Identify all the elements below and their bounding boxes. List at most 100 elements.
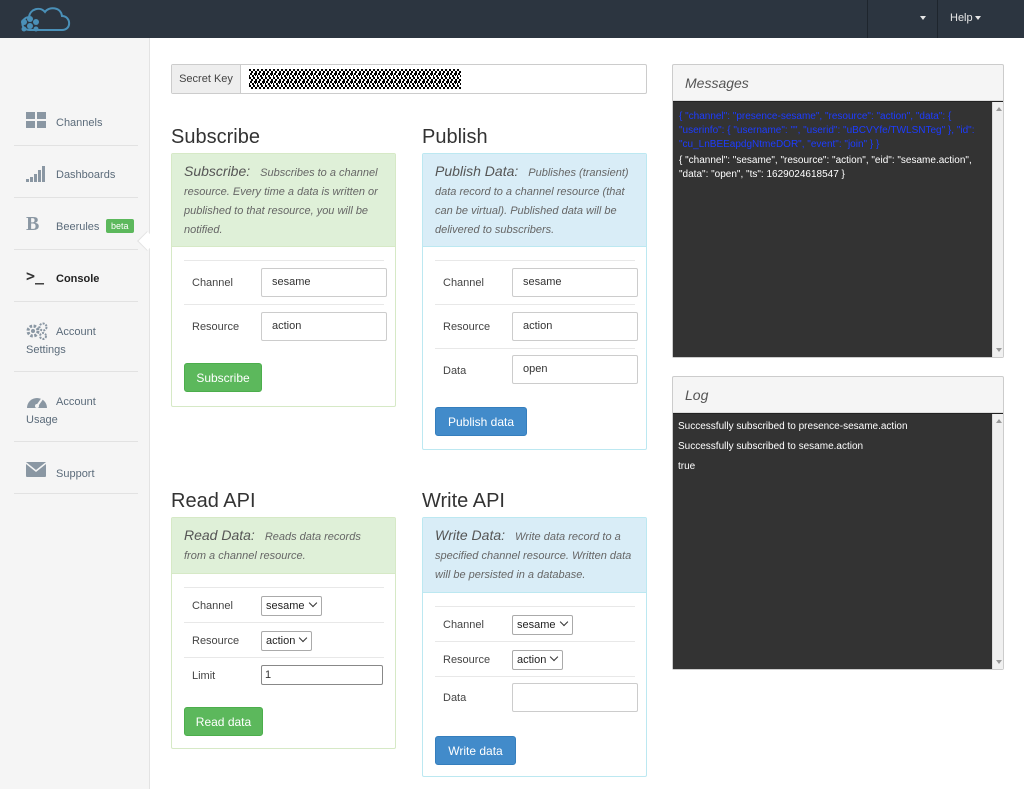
help-label: Help <box>950 12 973 24</box>
log-console[interactable]: Successfully subscribed to presence-sesa… <box>673 413 1003 669</box>
write-data-button[interactable]: Write data <box>435 736 516 765</box>
write-panel: Write Data: Write data record to a specif… <box>422 517 647 777</box>
read-head-title: Read Data: <box>184 527 255 543</box>
log-scrollbar[interactable] <box>992 414 1003 669</box>
read-panel-header: Read Data: Reads data records from a chan… <box>172 518 395 574</box>
sidebar-item-label: Account <box>56 396 96 408</box>
publish-data-row: Data open <box>435 348 638 392</box>
subscribe-button[interactable]: Subscribe <box>184 363 262 392</box>
beebotte-logo-icon[interactable] <box>16 2 76 36</box>
write-data-input[interactable] <box>512 683 638 712</box>
read-channel-select[interactable]: sesame <box>261 596 322 616</box>
sidebar: Channels Dashboards B Beerules beta >_ C… <box>0 38 150 789</box>
scroll-down-icon[interactable] <box>996 660 1002 664</box>
signal-bars-icon <box>26 166 45 182</box>
subscribe-channel-row: Channel sesame <box>184 260 387 304</box>
subscribe-title: Subscribe <box>171 126 260 148</box>
write-channel-select[interactable]: sesame <box>512 615 573 635</box>
read-data-button[interactable]: Read data <box>184 707 263 736</box>
sidebar-item-label: Account <box>56 326 96 338</box>
write-api-title: Write API <box>422 490 505 512</box>
top-navbar: Help <box>0 0 1024 38</box>
data-label: Data <box>443 692 467 704</box>
messages-panel: Messages { "channel": "presence-sesame",… <box>672 64 1004 358</box>
sidebar-item-account-settings[interactable]: Account Settings <box>14 302 138 372</box>
sidebar-item-console[interactable]: >_ Console <box>14 250 138 302</box>
log-line: true <box>678 461 696 472</box>
sidebar-item-label: Channels <box>56 117 103 129</box>
publish-channel-input[interactable]: sesame <box>512 268 638 297</box>
write-channel-value: sesame <box>517 619 556 631</box>
sidebar-item-label-2: Settings <box>26 344 66 356</box>
publish-head-title: Publish Data: <box>435 163 519 179</box>
sidebar-item-label: Dashboards <box>56 169 116 181</box>
log-line: Successfully subscribed to presence-sesa… <box>678 421 908 432</box>
secret-key-field[interactable]: Secret Key <box>171 64 647 94</box>
publish-panel-header: Publish Data: Publishes (transient) data … <box>423 154 646 247</box>
messages-console[interactable]: { "channel": "presence-sesame", "resourc… <box>673 101 1003 357</box>
chevron-down-icon <box>299 633 308 643</box>
write-resource-value: action <box>517 654 547 666</box>
publish-resource-row: Resource action <box>435 304 638 348</box>
write-data-row: Data <box>435 676 638 720</box>
sidebar-item-label: Console <box>56 273 100 285</box>
read-limit-input[interactable]: 1 <box>261 665 383 685</box>
write-panel-header: Write Data: Write data record to a specif… <box>423 518 646 593</box>
publish-panel: Publish Data: Publishes (transient) data … <box>422 153 647 450</box>
publish-data-input[interactable]: open <box>512 355 638 384</box>
subscribe-panel: Subscribe: Subscribes to a channel resour… <box>171 153 396 407</box>
beta-badge: beta <box>106 219 134 233</box>
sidebar-item-label-2: Usage <box>26 414 58 426</box>
message-line: { "channel": "sesame", "resource": "acti… <box>679 155 972 180</box>
resource-label: Resource <box>443 654 491 666</box>
chevron-down-icon <box>308 598 317 608</box>
read-resource-select[interactable]: action <box>261 631 313 651</box>
log-panel: Log Successfully subscribed to presence-… <box>672 376 1004 670</box>
channel-label: Channel <box>443 277 484 289</box>
b-logo-icon: B <box>26 213 40 235</box>
sidebar-item-dashboards[interactable]: Dashboards <box>14 146 138 198</box>
sidebar-item-support[interactable]: Support <box>14 442 138 494</box>
redacted-key-pattern <box>249 69 461 89</box>
write-channel-row: Channel sesame <box>435 606 635 641</box>
message-line: { "channel": "presence-sesame", "resourc… <box>679 111 975 150</box>
publish-channel-row: Channel sesame <box>435 260 638 304</box>
limit-label: Limit <box>192 670 216 682</box>
read-resource-row: Resource action <box>184 622 384 657</box>
scroll-up-icon[interactable] <box>996 107 1002 111</box>
chevron-down-icon <box>550 652 559 662</box>
sidebar-item-beerules[interactable]: B Beerules beta <box>14 198 138 250</box>
help-menu[interactable]: Help <box>950 12 981 24</box>
caret-down-icon <box>974 16 981 21</box>
write-resource-select[interactable]: action <box>512 650 564 670</box>
data-label: Data <box>443 365 467 377</box>
messages-scrollbar[interactable] <box>992 102 1003 357</box>
terminal-icon: >_ <box>26 267 45 285</box>
read-api-title: Read API <box>171 490 256 512</box>
publish-resource-input[interactable]: action <box>512 312 638 341</box>
envelope-icon <box>26 462 46 477</box>
sidebar-item-label: Beerules <box>56 221 100 233</box>
log-line: Successfully subscribed to sesame.action <box>678 441 864 452</box>
grid-icon <box>26 112 46 128</box>
gears-icon <box>26 322 48 340</box>
resource-label: Resource <box>192 635 240 647</box>
sidebar-item-channels[interactable]: Channels <box>14 94 138 146</box>
caret-down-icon <box>920 16 926 20</box>
gauge-icon <box>27 398 47 408</box>
subscribe-panel-header: Subscribe: Subscribes to a channel resour… <box>172 154 395 247</box>
write-head-title: Write Data: <box>435 527 506 543</box>
read-channel-row: Channel sesame <box>184 587 384 622</box>
channel-label: Channel <box>192 600 233 612</box>
channel-label: Channel <box>192 277 233 289</box>
log-title: Log <box>673 377 1003 413</box>
top-dropdown[interactable] <box>867 0 938 38</box>
scroll-down-icon[interactable] <box>996 348 1002 352</box>
scroll-up-icon[interactable] <box>996 419 1002 423</box>
subscribe-channel-input[interactable]: sesame <box>261 268 387 297</box>
publish-data-button[interactable]: Publish data <box>435 407 527 436</box>
sidebar-item-account-usage[interactable]: Account Usage <box>14 372 138 442</box>
read-channel-value: sesame <box>266 600 305 612</box>
subscribe-head-title: Subscribe: <box>184 163 251 179</box>
subscribe-resource-input[interactable]: action <box>261 312 387 341</box>
